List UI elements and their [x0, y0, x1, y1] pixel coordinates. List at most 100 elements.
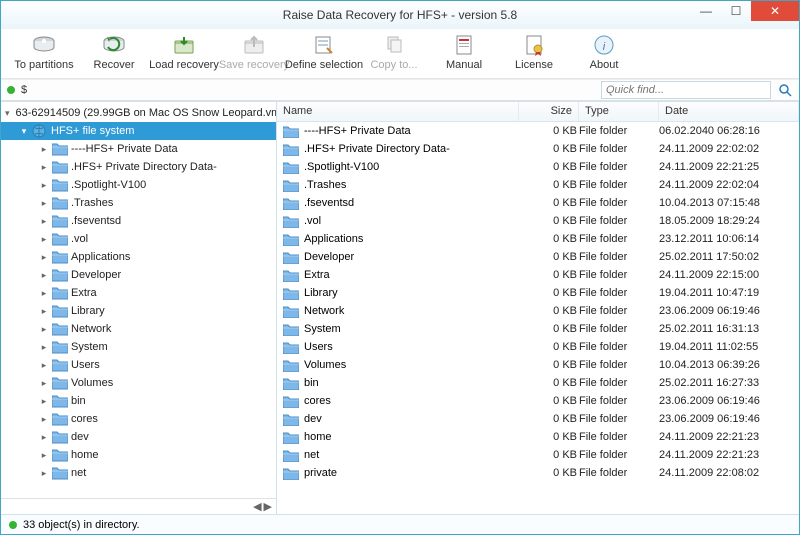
list-row[interactable]: cores0 KBFile folder23.06.2009 06:19:46: [277, 392, 799, 410]
list-row[interactable]: private0 KBFile folder24.11.2009 22:08:0…: [277, 464, 799, 482]
maximize-button[interactable]: ☐: [721, 1, 751, 21]
tree-item[interactable]: ▸System: [1, 338, 276, 356]
tree-item[interactable]: ▸Developer: [1, 266, 276, 284]
list-row[interactable]: .fseventsd0 KBFile folder10.04.2013 07:1…: [277, 194, 799, 212]
scroll-right-icon[interactable]: ▶: [264, 500, 272, 513]
tree-item[interactable]: ▸Extra: [1, 284, 276, 302]
license-button[interactable]: License: [499, 33, 569, 71]
tree-item[interactable]: ▸Applications: [1, 248, 276, 266]
tree-item[interactable]: ▸.Spotlight-V100: [1, 176, 276, 194]
list-row[interactable]: bin0 KBFile folder25.02.2011 16:27:33: [277, 374, 799, 392]
tree-item[interactable]: ▸Users: [1, 356, 276, 374]
load-recovery-button[interactable]: Load recovery: [149, 33, 219, 71]
manual-button[interactable]: Manual: [429, 33, 499, 71]
toolbar-label: Copy to...: [370, 59, 417, 71]
list-row[interactable]: .vol0 KBFile folder18.05.2009 18:29:24: [277, 212, 799, 230]
list-row[interactable]: System0 KBFile folder25.02.2011 16:31:13: [277, 320, 799, 338]
list-row[interactable]: .Trashes0 KBFile folder24.11.2009 22:02:…: [277, 176, 799, 194]
file-name: .HFS+ Private Directory Data-: [304, 143, 450, 155]
list-row[interactable]: Volumes0 KBFile folder10.04.2013 06:39:2…: [277, 356, 799, 374]
caret-icon[interactable]: ▾: [19, 126, 29, 137]
caret-icon[interactable]: ▸: [39, 234, 49, 245]
file-date: 24.11.2009 22:02:04: [659, 179, 799, 191]
about-button[interactable]: iAbout: [569, 33, 639, 71]
caret-icon[interactable]: ▸: [39, 414, 49, 425]
list-row[interactable]: net0 KBFile folder24.11.2009 22:21:23: [277, 446, 799, 464]
tree-item[interactable]: ▸dev: [1, 428, 276, 446]
col-type[interactable]: Type: [579, 102, 659, 121]
search-icon[interactable]: [777, 82, 793, 98]
to-partitions-button[interactable]: To partitions: [9, 33, 79, 71]
quick-find-input[interactable]: [601, 81, 771, 99]
recover-button[interactable]: Recover: [79, 33, 149, 71]
file-date: 24.11.2009 22:15:00: [659, 269, 799, 281]
list-row[interactable]: Users0 KBFile folder19.04.2011 11:02:55: [277, 338, 799, 356]
caret-icon[interactable]: ▸: [39, 378, 49, 389]
caret-icon[interactable]: ▾: [5, 108, 10, 119]
file-size: 0 KB: [519, 215, 579, 227]
caret-icon[interactable]: ▸: [39, 162, 49, 173]
tree-item[interactable]: ▸Volumes: [1, 374, 276, 392]
caret-icon[interactable]: ▸: [39, 306, 49, 317]
caret-icon[interactable]: ▸: [39, 198, 49, 209]
list-header: Name Size Type Date: [277, 102, 799, 122]
file-name: Applications: [304, 233, 363, 245]
tree-item[interactable]: ▸.HFS+ Private Directory Data-: [1, 158, 276, 176]
caret-icon[interactable]: ▸: [39, 432, 49, 443]
col-date[interactable]: Date: [659, 102, 799, 121]
caret-icon[interactable]: ▸: [39, 216, 49, 227]
tree-item[interactable]: ▸ net: [1, 464, 276, 482]
caret-icon[interactable]: ▸: [39, 450, 49, 461]
tree-item[interactable]: ▸ Network: [1, 320, 276, 338]
caret-icon[interactable]: ▸: [39, 396, 49, 407]
scroll-left-icon[interactable]: ◀: [253, 500, 261, 513]
col-name[interactable]: Name: [277, 102, 519, 121]
list-row[interactable]: Developer0 KBFile folder25.02.2011 17:50…: [277, 248, 799, 266]
file-size: 0 KB: [519, 269, 579, 281]
list-row[interactable]: Library0 KBFile folder19.04.2011 10:47:1…: [277, 284, 799, 302]
list-row[interactable]: .Spotlight-V1000 KBFile folder24.11.2009…: [277, 158, 799, 176]
list-row[interactable]: dev0 KBFile folder23.06.2009 06:19:46: [277, 410, 799, 428]
tree-item[interactable]: ▸.Trashes: [1, 194, 276, 212]
list-row[interactable]: Network0 KBFile folder23.06.2009 06:19:4…: [277, 302, 799, 320]
file-size: 0 KB: [519, 305, 579, 317]
folder-icon: [52, 466, 68, 480]
list-row[interactable]: .HFS+ Private Directory Data-0 KBFile fo…: [277, 140, 799, 158]
caret-icon[interactable]: ▸: [39, 144, 49, 155]
folder-icon: [283, 143, 299, 156]
caret-icon[interactable]: ▸: [39, 180, 49, 191]
tree-root[interactable]: ▾63-62914509 (29.99GB on Mac OS Snow Leo…: [1, 104, 276, 122]
caret-icon[interactable]: ▸: [39, 468, 49, 479]
tree-item[interactable]: ▸Library: [1, 302, 276, 320]
tree-item[interactable]: ▸.vol: [1, 230, 276, 248]
caret-icon[interactable]: ▸: [39, 324, 49, 335]
close-button[interactable]: ✕: [751, 1, 799, 21]
define-selection-button[interactable]: Define selection: [289, 33, 359, 71]
list-row[interactable]: Extra0 KBFile folder24.11.2009 22:15:00: [277, 266, 799, 284]
tree-filesystem[interactable]: ▾HFS+ file system: [1, 122, 276, 140]
caret-icon[interactable]: ▸: [39, 288, 49, 299]
col-size[interactable]: Size: [519, 102, 579, 121]
tree-item[interactable]: ▸----HFS+ Private Data: [1, 140, 276, 158]
caret-icon[interactable]: ▸: [39, 342, 49, 353]
tree-scroll-controls[interactable]: ◀ ▶: [1, 498, 276, 514]
tree-label: net: [71, 467, 86, 479]
file-name: Network: [304, 305, 344, 317]
list-row[interactable]: Applications0 KBFile folder23.12.2011 10…: [277, 230, 799, 248]
tree-item[interactable]: ▸bin: [1, 392, 276, 410]
file-date: 23.06.2009 06:19:46: [659, 305, 799, 317]
copy-to-button: Copy to...: [359, 33, 429, 71]
status-text: 33 object(s) in directory.: [23, 519, 140, 531]
list-row[interactable]: home0 KBFile folder24.11.2009 22:21:23: [277, 428, 799, 446]
caret-icon[interactable]: ▸: [39, 360, 49, 371]
tree-item[interactable]: ▸home: [1, 446, 276, 464]
list-row[interactable]: ----HFS+ Private Data0 KBFile folder06.0…: [277, 122, 799, 140]
minimize-button[interactable]: —: [691, 1, 721, 21]
tree-item[interactable]: ▸cores: [1, 410, 276, 428]
caret-icon[interactable]: ▸: [39, 252, 49, 263]
caret-icon[interactable]: ▸: [39, 270, 49, 281]
file-type: File folder: [579, 125, 659, 137]
tree-label: Network: [71, 323, 111, 335]
file-type: File folder: [579, 161, 659, 173]
tree-item[interactable]: ▸.fseventsd: [1, 212, 276, 230]
